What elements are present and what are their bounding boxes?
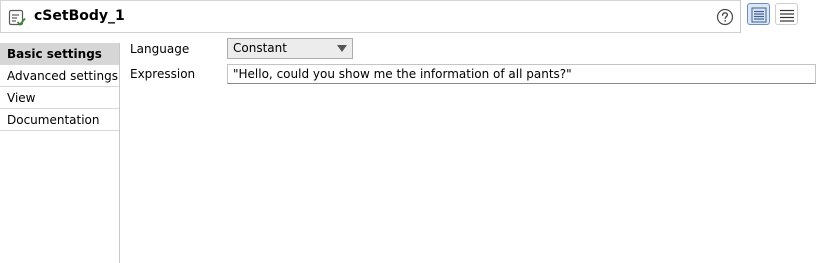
component-header: cSetBody_1 — [0, 0, 741, 33]
list-view-toggle-button[interactable] — [747, 3, 770, 25]
sidebar-item-view[interactable]: View — [0, 87, 119, 109]
language-label: Language — [130, 42, 190, 56]
component-title: cSetBody_1 — [34, 8, 125, 24]
language-select-value: Constant — [233, 41, 287, 55]
language-select[interactable]: Constant — [227, 38, 353, 59]
component-settings-panel: cSetBody_1 Basic settings Advanced setti… — [0, 0, 824, 263]
expression-value: "Hello, could you show me the informatio… — [233, 67, 572, 81]
sidebar-item-basic-settings[interactable]: Basic settings — [0, 43, 119, 65]
expression-label: Expression — [130, 67, 196, 81]
sidebar-item-advanced-settings[interactable]: Advanced settings — [0, 65, 119, 87]
dropdown-arrow-icon — [337, 45, 347, 52]
list-view-icon — [751, 7, 767, 23]
expression-field[interactable]: "Hello, could you show me the informatio… — [227, 64, 816, 84]
sidebar-item-documentation[interactable]: Documentation — [0, 109, 119, 131]
menu-view-toggle-button[interactable] — [775, 3, 798, 25]
settings-sidebar: Basic settings Advanced settings View Do… — [0, 43, 120, 263]
help-icon[interactable] — [716, 8, 734, 26]
component-check-icon — [8, 9, 26, 27]
menu-lines-icon — [780, 9, 794, 22]
